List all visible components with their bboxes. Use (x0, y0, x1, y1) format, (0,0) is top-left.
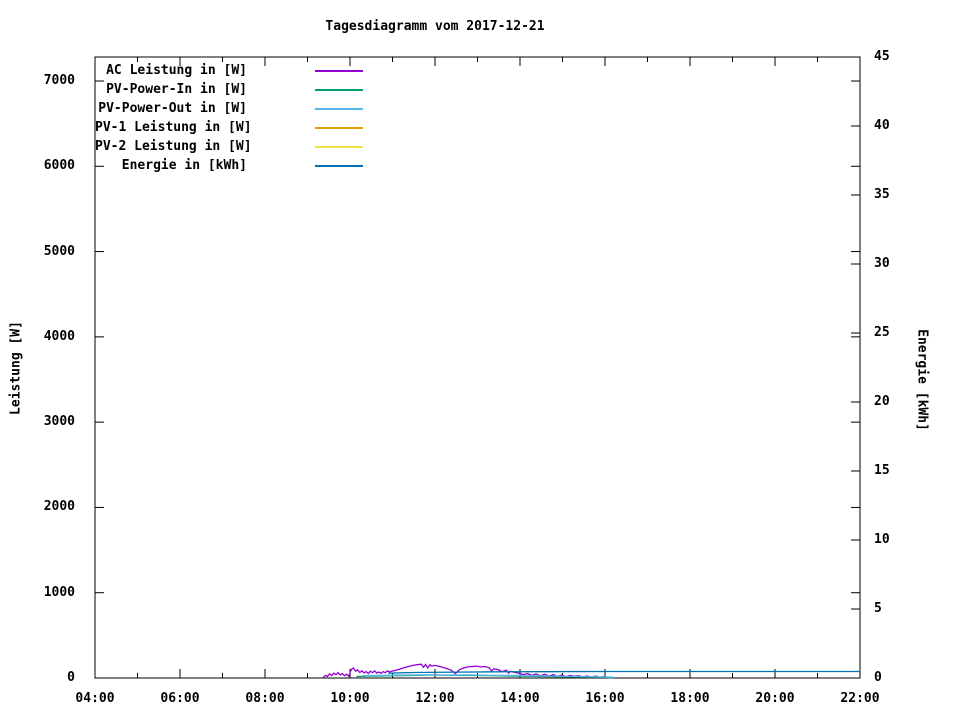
y2-tick-label: 0 (874, 670, 882, 685)
y2-tick-label: 20 (874, 394, 890, 409)
x-tick-label: 16:00 (585, 691, 625, 706)
x-tick-label: 04:00 (75, 691, 115, 706)
y2-tick-label: 5 (874, 601, 882, 616)
legend-line-sample-3 (315, 127, 363, 129)
y1-tick-label: 1000 (43, 584, 75, 600)
legend-line-sample-2 (315, 108, 363, 110)
y2-tick-label: 30 (874, 256, 890, 271)
x-tick-label: 18:00 (670, 691, 710, 706)
x-tick-label: 08:00 (245, 691, 285, 706)
y2-tick-label: 35 (874, 187, 890, 202)
legend-line-sample-1 (315, 89, 363, 91)
y1-tick-label: 7000 (43, 73, 75, 88)
x-tick-label: 20:00 (755, 691, 795, 706)
y1-tick-label: 4000 (43, 328, 75, 344)
y1-tick-label: 2000 (43, 499, 75, 515)
legend-label-1: PV-Power-In in [W] (106, 82, 247, 97)
y1-tick-label: 6000 (43, 158, 75, 174)
legend-label-3: PV-1 Leistung in [W] (95, 120, 252, 135)
y2-tick-label: 45 (874, 49, 890, 64)
y2-tick-label: 15 (874, 463, 890, 478)
y2-tick-label: 10 (874, 532, 890, 547)
y2-tick-label: 40 (874, 118, 890, 133)
x-tick-label: 14:00 (500, 691, 540, 706)
x-tick-label: 10:00 (330, 691, 370, 706)
y2-tick-label: 25 (874, 325, 890, 340)
y1-tick-label: 3000 (43, 414, 75, 430)
legend-label-0: AC Leistung in [W] (106, 63, 247, 78)
legend-label-2: PV-Power-Out in [W] (98, 101, 247, 116)
series-line-5 (388, 670, 860, 674)
x-tick-label: 22:00 (840, 691, 880, 706)
legend-line-sample-0 (315, 70, 363, 72)
y1-tick-label: 5000 (43, 243, 75, 259)
legend-line-sample-4 (315, 146, 363, 148)
x-tick-label: 06:00 (160, 691, 200, 706)
x-tick-label: 12:00 (415, 691, 455, 706)
legend-label-4: PV-2 Leistung in [W] (95, 139, 252, 154)
y1-tick-label: 0 (67, 670, 75, 685)
legend-label-5: Energie in [kWh] (121, 158, 247, 173)
legend-line-sample-5 (315, 165, 363, 167)
chart-canvas: Tagesdiagramm vom 2017-12-21 Leistung [W… (0, 0, 960, 720)
